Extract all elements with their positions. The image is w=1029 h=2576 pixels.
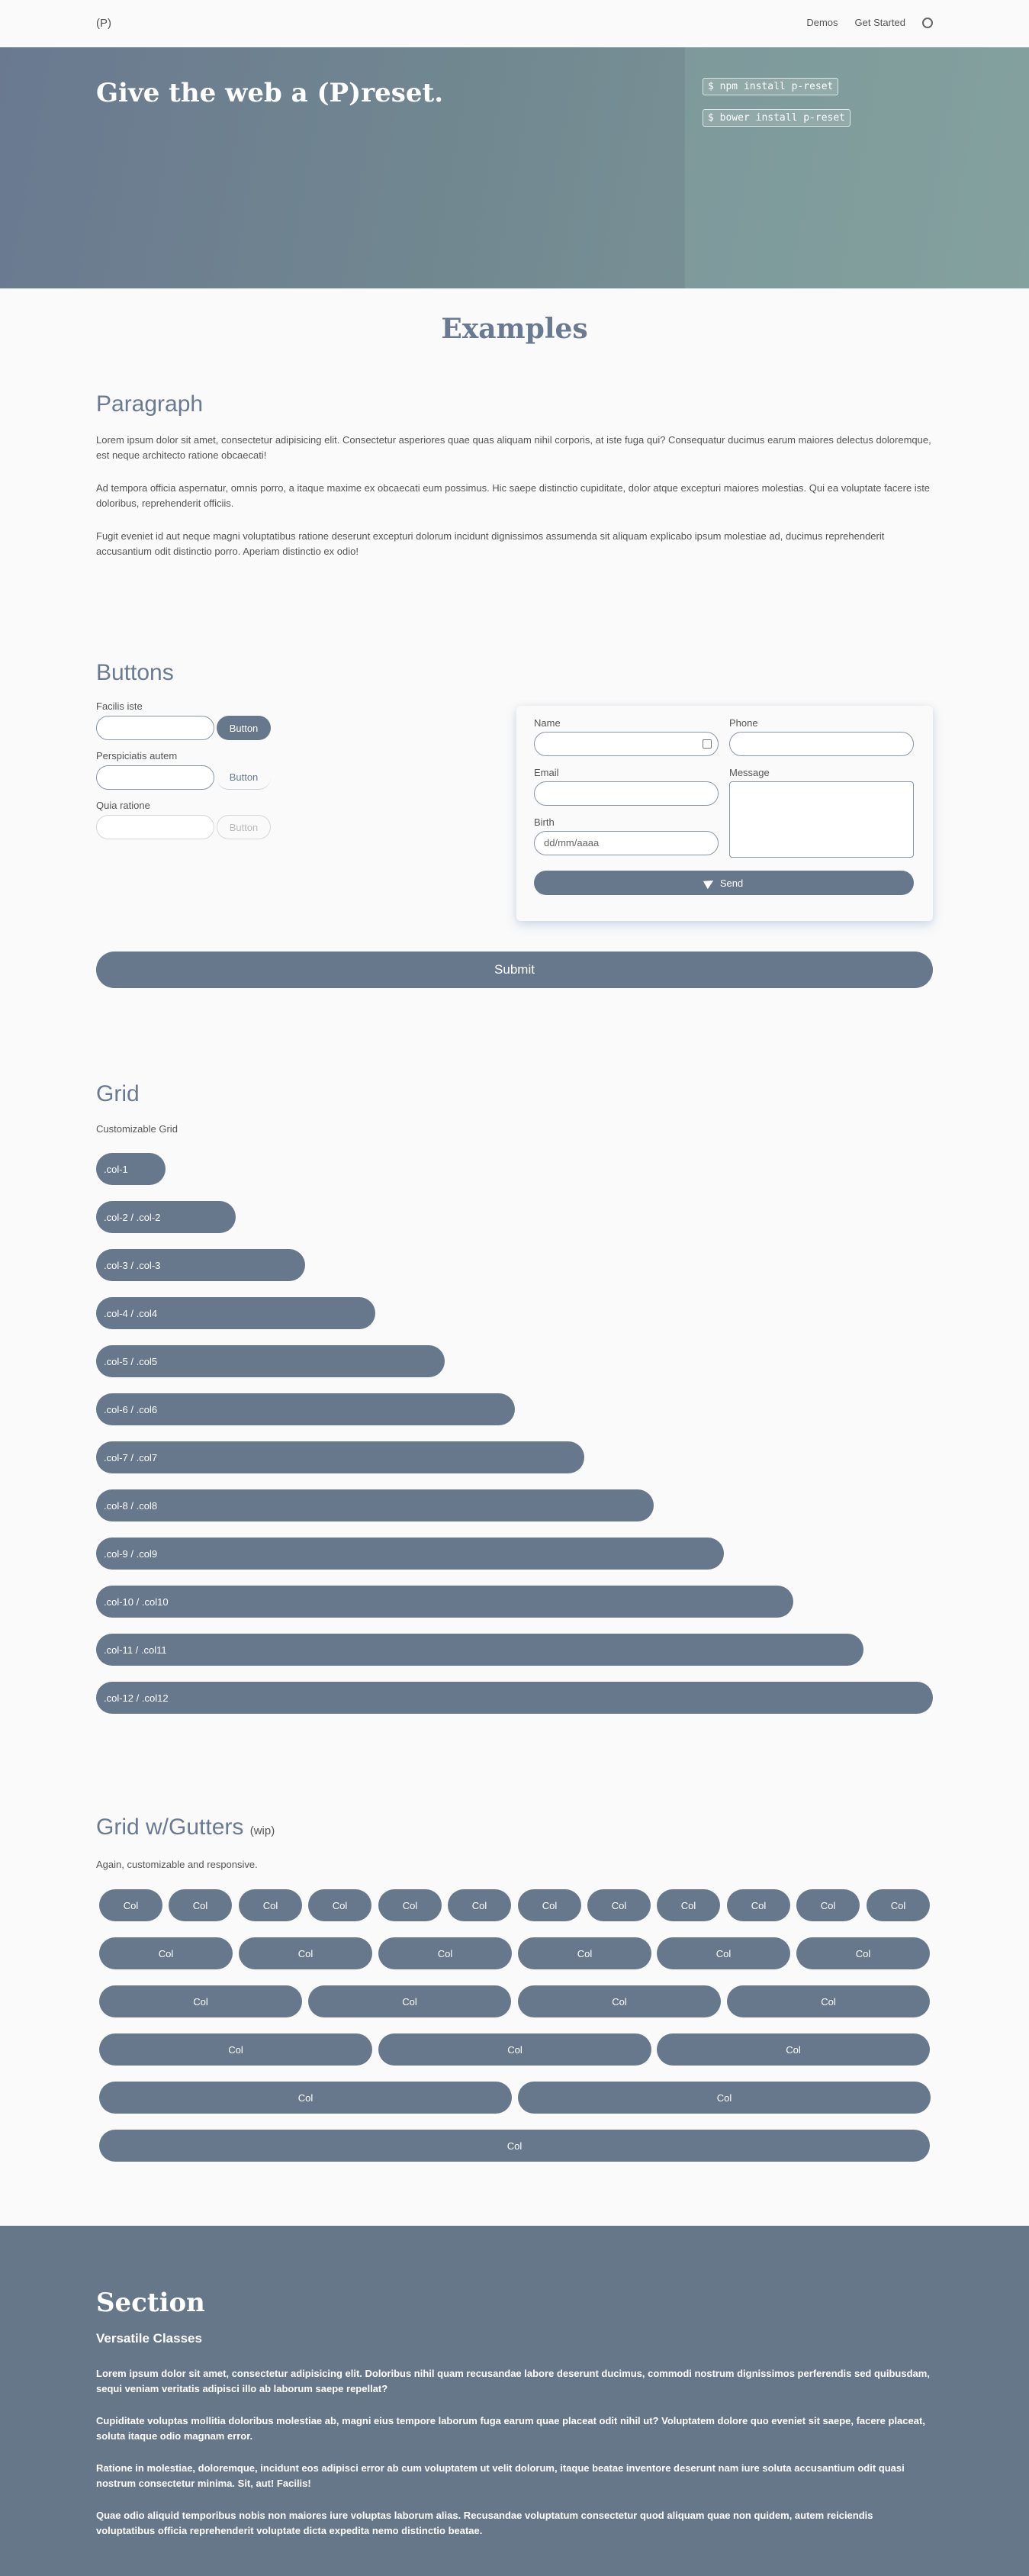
paragraph-text-3: Fugit eveniet id aut neque magni volupta… [96,530,885,557]
gutter-col: Col [239,1889,302,1921]
gutter-col: Col [99,1889,162,1921]
perspiciatis-button[interactable]: Button [217,765,271,790]
gutter-col: Col [99,2033,372,2066]
gutter-col: Col [99,2130,930,2162]
gutter-col: Col [727,1985,930,2017]
examples-title: Examples [441,313,588,345]
gutter-col: Col [727,1889,790,1921]
gutter-col: Col [867,1889,930,1921]
section-text-2: Cupiditate voluptas mollitia doloribus m… [96,2415,925,2442]
grid-col-5: .col-5 / .col5 [96,1345,445,1377]
paragraph-heading: Paragraph [96,391,204,417]
section-title: Section [96,2288,205,2318]
grid-col-1: .col-1 [96,1153,166,1185]
logo[interactable]: (P) [96,17,111,30]
gutter-col: Col [99,1937,233,1969]
perspiciatis-input[interactable] [96,765,214,790]
gutter-col: Col [518,1889,581,1921]
contact-card-icon [703,739,712,749]
gutter-col: Col [518,1937,651,1969]
grid-col-12: .col-12 / .col12 [96,1682,933,1714]
name-field[interactable] [534,732,719,756]
gutter-col: Col [518,2082,931,2114]
facilis-button[interactable]: Button [217,716,271,740]
npm-command: $ npm install p-reset [703,78,839,95]
grid-col-6: .col-6 / .col6 [96,1393,515,1425]
gutter-col: Col [169,1889,232,1921]
email-label: Email [534,767,559,778]
gutter-col: Col [239,1937,372,1969]
section-subtitle: Versatile Classes [96,2331,202,2346]
paragraph-text-2: Ad tempora officia aspernatur, omnis por… [96,482,931,509]
grid-subtitle: Customizable Grid [96,1123,178,1135]
gutter-col: Col [378,1889,442,1921]
grid-col-2: .col-2 / .col-2 [96,1201,236,1233]
paper-plane-icon [703,876,716,890]
paragraph-text-1: Lorem ipsum dolor sit amet, consectetur … [96,434,931,461]
send-button[interactable]: Send [534,871,914,895]
bower-command: $ bower install p-reset [703,109,851,127]
gutter-col: Col [518,1985,721,2017]
gutter-col: Col [657,1937,790,1969]
gutter-col: Col [587,1889,651,1921]
section-text-4: Quae odio aliquid temporibus nobis non m… [96,2510,873,2536]
wip-badge: (wip) [249,1824,275,1837]
phone-label: Phone [729,717,758,729]
grid-col-3: .col-3 / .col-3 [96,1249,305,1281]
quia-button[interactable]: Button [217,815,271,839]
email-field[interactable] [534,781,719,806]
gutters-heading: Grid w/Gutters (wip) [96,1814,275,1840]
gutter-col: Col [378,2033,651,2066]
gutter-col: Col [657,1889,720,1921]
grid-heading: Grid [96,1081,140,1106]
message-textarea[interactable] [729,781,914,858]
message-label: Message [729,767,770,778]
row-label-quia: Quia ratione [96,800,150,811]
birth-label: Birth [534,816,555,828]
gutter-col: Col [99,2082,512,2114]
hero-banner: Give the web a (P)reset. $ npm install p… [0,47,1029,288]
grid-col-8: .col-8 / .col8 [96,1489,654,1521]
quia-input[interactable] [96,815,214,839]
nav-links: Demos Get Started [806,17,933,28]
row-label-facilis: Facilis iste [96,700,143,712]
gutter-col: Col [657,2033,930,2066]
hero-title: Give the web a (P)reset. [96,78,444,108]
top-navbar: (P) Demos Get Started [0,0,1029,47]
grid-col-9: .col-9 / .col9 [96,1538,724,1570]
gutter-col: Col [308,1985,511,2017]
phone-field[interactable] [729,732,914,756]
birth-placeholder: dd/mm/aaaa [544,837,600,848]
gutter-col: Col [796,1937,930,1969]
section-text-3: Ratione in molestiae, doloremque, incidu… [96,2462,905,2489]
grid-col-11: .col-11 / .col11 [96,1634,863,1666]
section-text-1: Lorem ipsum dolor sit amet, consectetur … [96,2368,930,2394]
grid-col-4: .col-4 / .col4 [96,1297,375,1329]
nav-link-demos[interactable]: Demos [806,17,838,28]
gutters-title: Grid w/Gutters [96,1814,244,1840]
submit-button[interactable]: Submit [96,952,933,988]
gutters-subtitle: Again, customizable and responsive. [96,1859,258,1870]
facilis-input[interactable] [96,716,214,740]
send-label: Send [719,877,744,889]
gutter-col: Col [99,1985,302,2017]
grid-col-10: .col-10 / .col10 [96,1586,793,1618]
gutter-col: Col [448,1889,511,1921]
buttons-heading: Buttons [96,660,174,685]
gutter-col: Col [308,1889,371,1921]
name-label: Name [534,717,561,729]
nav-link-get-started[interactable]: Get Started [855,17,905,28]
github-icon[interactable] [922,17,933,28]
gutter-col: Col [378,1937,512,1969]
grid-col-7: .col-7 / .col7 [96,1441,584,1473]
row-label-perspiciatis: Perspiciatis autem [96,750,178,762]
gutter-col: Col [796,1889,860,1921]
